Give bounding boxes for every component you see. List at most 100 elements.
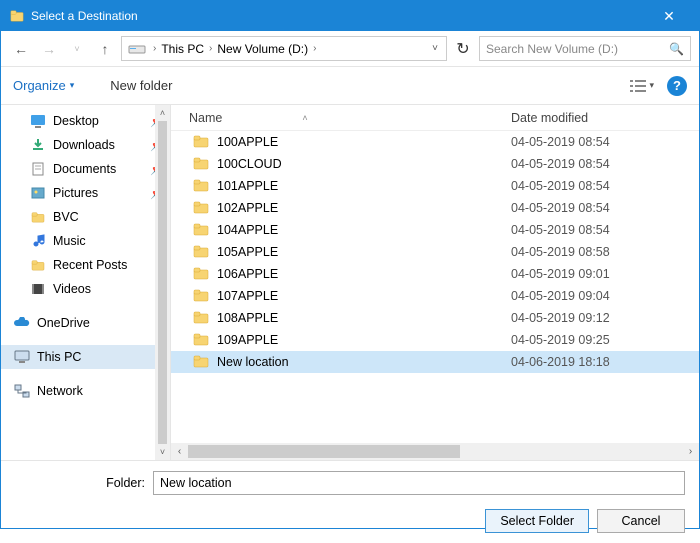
folder-label: Folder: bbox=[15, 476, 145, 490]
tree-item-videos[interactable]: Videos bbox=[1, 277, 170, 301]
file-date: 04-05-2019 09:01 bbox=[511, 267, 610, 281]
table-row[interactable]: 106APPLE04-05-2019 09:01 bbox=[171, 263, 699, 285]
pictures-icon bbox=[29, 185, 47, 201]
cancel-button[interactable]: Cancel bbox=[597, 509, 685, 533]
music-icon bbox=[29, 233, 47, 249]
desktop-icon bbox=[29, 113, 47, 129]
horizontal-scrollbar[interactable]: ‹ › bbox=[171, 443, 699, 460]
folder-input[interactable] bbox=[153, 471, 685, 495]
tree-item-network[interactable]: Network bbox=[1, 379, 170, 403]
scroll-up-icon[interactable]: ˄ bbox=[155, 105, 170, 121]
table-row[interactable]: 100CLOUD04-05-2019 08:54 bbox=[171, 153, 699, 175]
file-date: 04-05-2019 08:58 bbox=[511, 245, 610, 259]
tree-item-documents[interactable]: Documents📌 bbox=[1, 157, 170, 181]
table-row[interactable]: New location04-06-2019 18:18 bbox=[171, 351, 699, 373]
folder-icon bbox=[29, 209, 47, 225]
file-name: 108APPLE bbox=[217, 311, 511, 325]
table-row[interactable]: 109APPLE04-05-2019 09:25 bbox=[171, 329, 699, 351]
scroll-left-icon[interactable]: ‹ bbox=[171, 446, 188, 457]
file-name: 104APPLE bbox=[217, 223, 511, 237]
column-headers: Name˄ Date modified bbox=[171, 105, 699, 131]
tree-item-thispc[interactable]: This PC bbox=[1, 345, 170, 369]
scroll-down-icon[interactable]: ˅ bbox=[155, 444, 170, 460]
downloads-icon bbox=[29, 137, 47, 153]
table-row[interactable]: 100APPLE04-05-2019 08:54 bbox=[171, 131, 699, 153]
table-row[interactable]: 101APPLE04-05-2019 08:54 bbox=[171, 175, 699, 197]
view-options-button[interactable]: ▾ bbox=[625, 76, 659, 96]
recent-dropdown[interactable]: ˅ bbox=[65, 37, 89, 61]
chevron-right-icon: › bbox=[310, 43, 319, 54]
table-row[interactable]: 105APPLE04-05-2019 08:58 bbox=[171, 241, 699, 263]
back-button[interactable]: ← bbox=[9, 37, 33, 61]
file-name: 109APPLE bbox=[217, 333, 511, 347]
table-row[interactable]: 102APPLE04-05-2019 08:54 bbox=[171, 197, 699, 219]
help-button[interactable]: ? bbox=[667, 76, 687, 96]
search-icon: 🔍 bbox=[669, 42, 684, 56]
chevron-right-icon: › bbox=[206, 43, 215, 54]
column-name[interactable]: Name˄ bbox=[171, 111, 511, 125]
documents-icon bbox=[29, 161, 47, 177]
address-dropdown[interactable]: ˅ bbox=[426, 43, 444, 54]
breadcrumb-volume[interactable]: New Volume (D:) bbox=[215, 42, 310, 56]
folder-icon bbox=[193, 266, 209, 282]
folder-icon bbox=[193, 244, 209, 260]
tree-item-onedrive[interactable]: OneDrive bbox=[1, 311, 170, 335]
file-date: 04-05-2019 08:54 bbox=[511, 223, 610, 237]
breadcrumb-thispc[interactable]: This PC bbox=[159, 42, 206, 56]
scroll-right-icon[interactable]: › bbox=[682, 446, 699, 457]
file-name: 106APPLE bbox=[217, 267, 511, 281]
scroll-thumb[interactable] bbox=[188, 445, 460, 458]
close-button[interactable]: ✕ bbox=[647, 1, 691, 31]
select-folder-button[interactable]: Select Folder bbox=[485, 509, 589, 533]
address-bar[interactable]: › This PC › New Volume (D:) › ˅ bbox=[121, 36, 447, 61]
folder-icon bbox=[193, 178, 209, 194]
folder-icon bbox=[29, 257, 47, 273]
tree-scrollbar[interactable]: ˄ ˅ bbox=[155, 105, 170, 460]
file-date: 04-05-2019 09:25 bbox=[511, 333, 610, 347]
thispc-icon bbox=[13, 349, 31, 365]
navigation-tree: Desktop📌 Downloads📌 Documents📌 Pictures📌… bbox=[1, 105, 171, 460]
table-row[interactable]: 108APPLE04-05-2019 09:12 bbox=[171, 307, 699, 329]
details-view-icon bbox=[630, 79, 646, 93]
organize-menu[interactable]: Organize ▾ bbox=[13, 78, 74, 93]
tree-item-pictures[interactable]: Pictures📌 bbox=[1, 181, 170, 205]
column-date[interactable]: Date modified bbox=[511, 111, 699, 125]
tree-item-bvc[interactable]: BVC bbox=[1, 205, 170, 229]
tree-item-music[interactable]: Music bbox=[1, 229, 170, 253]
up-button[interactable]: ↑ bbox=[93, 37, 117, 61]
file-list: Name˄ Date modified 100APPLE04-05-2019 0… bbox=[171, 105, 699, 460]
file-date: 04-05-2019 09:12 bbox=[511, 311, 610, 325]
refresh-button[interactable]: ↻ bbox=[451, 37, 475, 61]
file-name: 101APPLE bbox=[217, 179, 511, 193]
sort-asc-icon: ˄ bbox=[302, 113, 307, 123]
chevron-right-icon: › bbox=[150, 43, 159, 54]
search-input[interactable]: Search New Volume (D:) 🔍 bbox=[479, 36, 691, 61]
chevron-down-icon: ▾ bbox=[70, 80, 75, 91]
file-date: 04-05-2019 08:54 bbox=[511, 179, 610, 193]
file-date: 04-06-2019 18:18 bbox=[511, 355, 610, 369]
file-name: 107APPLE bbox=[217, 289, 511, 303]
new-folder-button[interactable]: New folder bbox=[110, 78, 172, 93]
tree-item-desktop[interactable]: Desktop📌 bbox=[1, 109, 170, 133]
table-row[interactable]: 107APPLE04-05-2019 09:04 bbox=[171, 285, 699, 307]
search-placeholder: Search New Volume (D:) bbox=[486, 42, 618, 56]
videos-icon bbox=[29, 281, 47, 297]
folder-icon bbox=[193, 354, 209, 370]
folder-icon bbox=[193, 156, 209, 172]
scroll-thumb[interactable] bbox=[158, 121, 167, 444]
file-name: 100APPLE bbox=[217, 135, 511, 149]
onedrive-icon bbox=[13, 315, 31, 331]
file-date: 04-05-2019 08:54 bbox=[511, 135, 610, 149]
forward-button[interactable]: → bbox=[37, 37, 61, 61]
file-date: 04-05-2019 08:54 bbox=[511, 157, 610, 171]
chevron-down-icon: ▾ bbox=[649, 80, 654, 91]
tree-item-recent[interactable]: Recent Posts bbox=[1, 253, 170, 277]
tree-item-downloads[interactable]: Downloads📌 bbox=[1, 133, 170, 157]
folder-icon bbox=[193, 310, 209, 326]
file-name: 102APPLE bbox=[217, 201, 511, 215]
folder-icon bbox=[193, 332, 209, 348]
table-row[interactable]: 104APPLE04-05-2019 08:54 bbox=[171, 219, 699, 241]
drive-icon bbox=[128, 42, 146, 56]
folder-icon bbox=[193, 288, 209, 304]
file-name: 100CLOUD bbox=[217, 157, 511, 171]
